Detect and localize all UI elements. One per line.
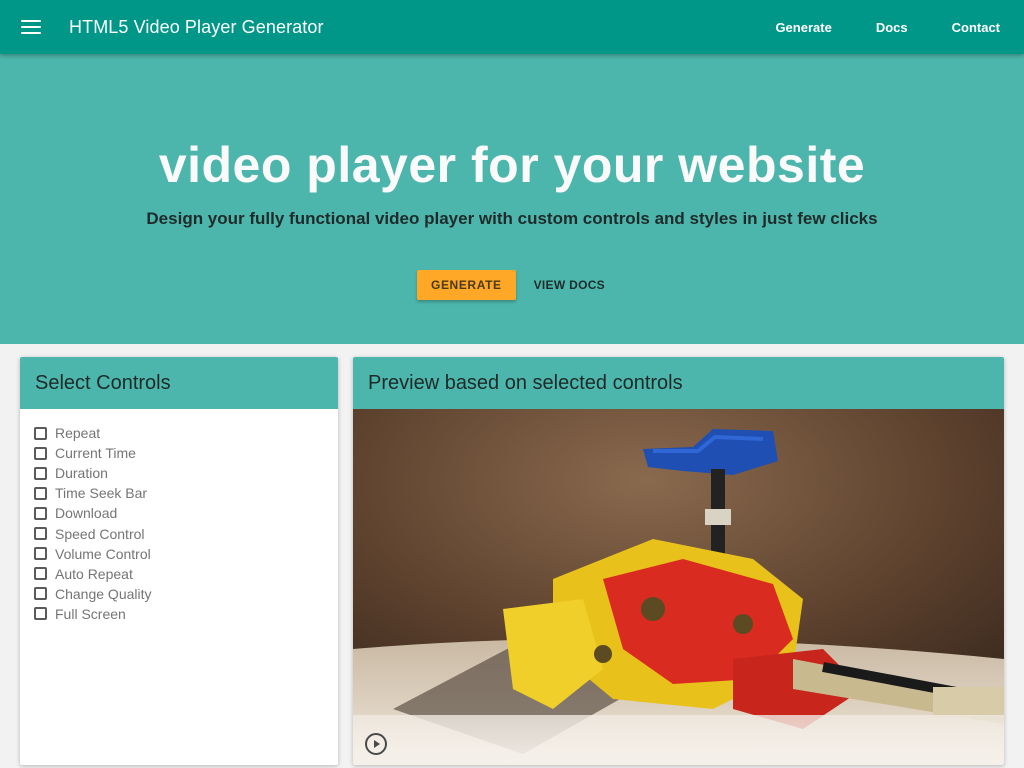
preview-card: Preview based on selected controls [353,357,1004,765]
view-docs-button[interactable]: VIEW DOCS [524,270,615,300]
control-item-change-quality[interactable]: Change Quality [34,584,338,604]
preview-header: Preview based on selected controls [353,357,1004,409]
controls-list: Repeat Current Time Duration Time Seek B… [20,409,338,624]
checkbox[interactable] [34,446,47,460]
control-item-speed-control[interactable]: Speed Control [34,523,338,543]
top-nav: Generate Docs Contact [731,20,1000,35]
control-item-full-screen[interactable]: Full Screen [34,604,338,624]
control-label: Duration [55,465,108,482]
control-label: Speed Control [55,525,145,542]
control-item-duration[interactable]: Duration [34,463,338,483]
control-label: Repeat [55,425,101,442]
play-circle-icon[interactable] [364,732,388,756]
app-bar: HTML5 Video Player Generator Generate Do… [0,0,1024,54]
nav-docs-link[interactable]: Docs [876,20,908,35]
control-label: Current Time [55,445,136,462]
control-label: Auto Repeat [55,565,133,582]
hero-section: video player for your website Design you… [0,54,1024,344]
hero-actions: GENERATE VIEW DOCS [0,270,1024,300]
checkbox[interactable] [34,547,47,561]
checkbox[interactable] [34,587,47,601]
checkbox[interactable] [34,466,47,480]
control-item-current-time[interactable]: Current Time [34,443,338,463]
checkbox[interactable] [34,486,47,500]
nav-contact-link[interactable]: Contact [952,20,1000,35]
select-controls-card: Select Controls Repeat Current Time Dura… [20,357,338,765]
generate-button[interactable]: GENERATE [417,270,516,300]
control-item-volume-control[interactable]: Volume Control [34,544,338,564]
control-item-auto-repeat[interactable]: Auto Repeat [34,564,338,584]
control-label: Volume Control [55,545,151,562]
control-label: Download [55,505,118,522]
hero-title: video player for your website [158,137,866,193]
select-controls-header: Select Controls [20,357,338,409]
hero-subtitle: Design your fully functional video playe… [146,209,878,228]
control-item-download[interactable]: Download [34,503,338,523]
control-item-time-seek-bar[interactable]: Time Seek Bar [34,483,338,503]
hamburger-menu-icon[interactable] [21,19,41,35]
control-item-repeat[interactable]: Repeat [34,423,338,443]
nav-generate-link[interactable]: Generate [775,20,831,35]
control-label: Change Quality [55,585,152,602]
control-label: Full Screen [55,605,126,622]
checkbox[interactable] [34,426,47,440]
checkbox[interactable] [34,506,47,520]
app-title: HTML5 Video Player Generator [69,16,324,37]
checkbox[interactable] [34,527,47,541]
checkbox[interactable] [34,567,47,581]
checkbox[interactable] [34,607,47,621]
video-control-bar [353,715,1004,765]
video-frame-image [353,409,1004,765]
video-player[interactable] [353,409,1004,765]
control-label: Time Seek Bar [55,485,148,502]
